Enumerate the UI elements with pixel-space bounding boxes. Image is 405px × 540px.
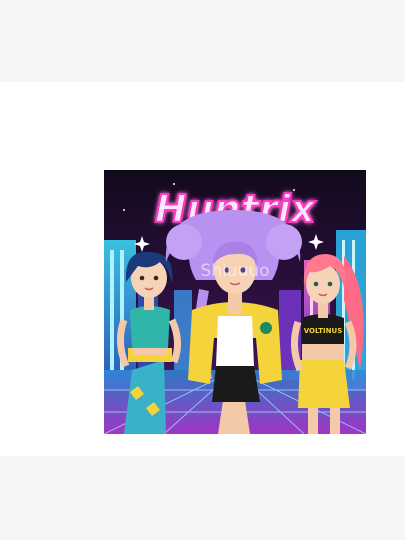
watermark-text: Shiuuuo — [200, 261, 269, 281]
artwork-illustration: Huntrix VOLTINUS Shiuuuo — [104, 170, 366, 434]
bottom-background-band — [0, 456, 405, 540]
top-background-band — [0, 0, 405, 82]
product-preview-page: Huntrix VOLTINUS Shiuuuo — [0, 0, 405, 540]
product-artwork[interactable]: Huntrix VOLTINUS Shiuuuo — [104, 170, 366, 434]
shirt-text: VOLTINUS — [304, 327, 343, 335]
